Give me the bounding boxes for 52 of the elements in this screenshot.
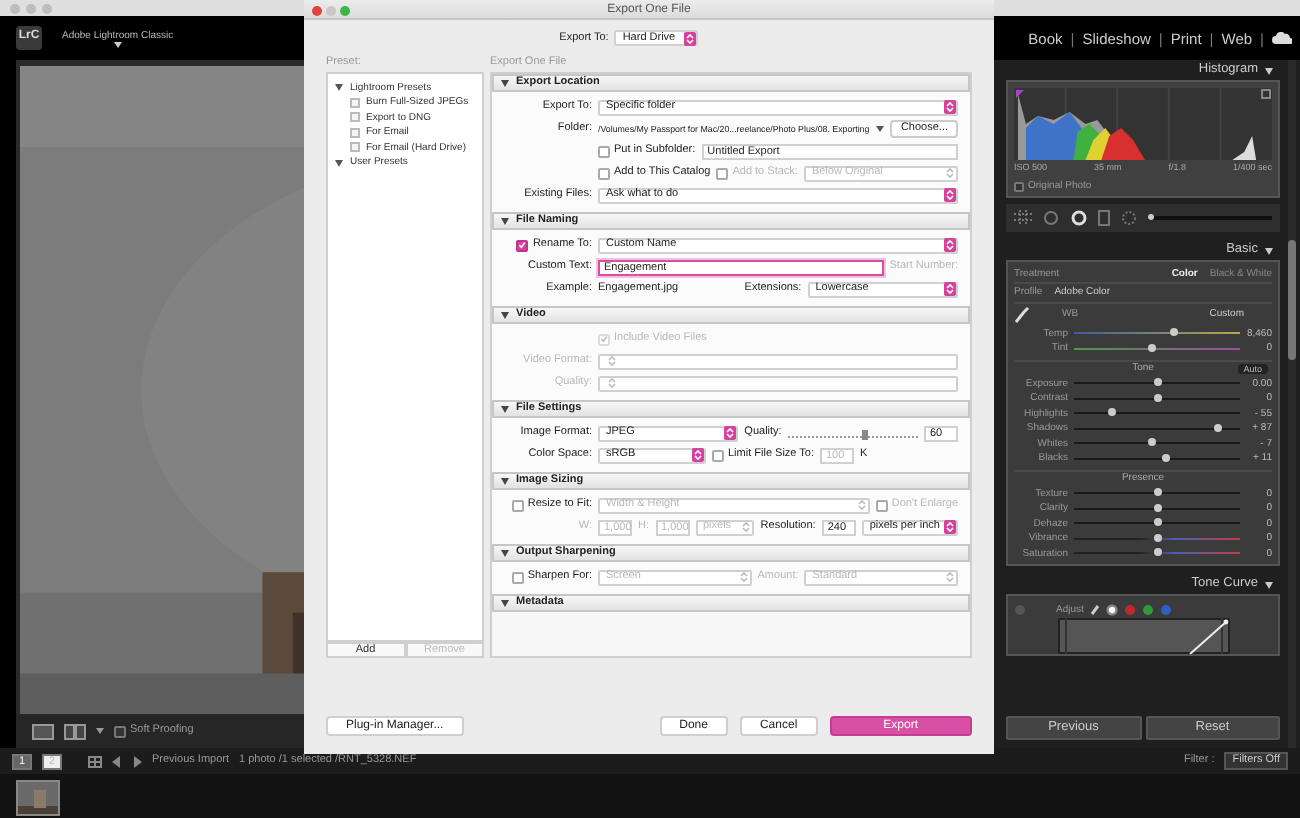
expanded-triangle-icon[interactable] — [500, 310, 510, 320]
slider-track[interactable] — [787, 428, 918, 438]
expanded-triangle-icon[interactable] — [500, 78, 510, 88]
slider-thumb[interactable] — [1153, 518, 1161, 527]
expanded-triangle-icon[interactable] — [1264, 579, 1274, 590]
dropdown-caret-icon[interactable] — [113, 41, 122, 47]
ring-icon[interactable] — [1070, 210, 1088, 227]
back-arrow-icon[interactable] — [112, 755, 122, 767]
loupe-view-icon[interactable] — [32, 723, 54, 739]
expanded-triangle-icon[interactable] — [500, 598, 510, 608]
rectangle-icon[interactable] — [1098, 210, 1110, 227]
slider-thumb[interactable] — [1153, 533, 1161, 542]
checkmark-icon — [518, 240, 527, 250]
eyedropper-icon[interactable] — [1014, 305, 1030, 324]
dropdown-caret-icon[interactable] — [876, 126, 885, 132]
expanded-triangle-icon[interactable] — [1264, 65, 1274, 75]
crop-grid-icon[interactable] — [1014, 210, 1032, 227]
grid-icon[interactable] — [88, 755, 102, 767]
dotted-circle-icon[interactable] — [1120, 210, 1138, 227]
slider-thumb[interactable] — [1153, 548, 1161, 557]
expanded-triangle-icon[interactable] — [1264, 245, 1274, 256]
slider-thumb[interactable] — [1148, 214, 1155, 221]
slider-thumb[interactable] — [1169, 328, 1178, 337]
slider-thumb[interactable] — [1161, 453, 1170, 462]
compare-view-icon[interactable] — [64, 723, 86, 739]
channel-swatch[interactable] — [1123, 603, 1136, 616]
cloud-icon[interactable] — [1272, 32, 1292, 44]
forward-arrow-icon[interactable] — [132, 755, 142, 767]
channel-swatch[interactable] — [1105, 603, 1118, 616]
thumbnail[interactable] — [16, 780, 60, 816]
spot-circle-icon[interactable] — [1042, 210, 1060, 227]
channel-swatch[interactable] — [1159, 603, 1172, 616]
expanded-triangle-icon[interactable] — [334, 82, 344, 93]
dropdown-caret-icon[interactable] — [96, 728, 104, 734]
expanded-triangle-icon[interactable] — [500, 216, 510, 226]
expanded-triangle-icon[interactable] — [500, 404, 510, 414]
slider-thumb[interactable] — [1148, 438, 1156, 447]
pencil-icon[interactable] — [1089, 603, 1100, 616]
slider-thumb[interactable] — [1148, 343, 1156, 352]
slider-thumb[interactable] — [1108, 408, 1117, 417]
expanded-triangle-icon[interactable] — [500, 476, 510, 486]
channel-swatch[interactable] — [1141, 603, 1154, 616]
slider-thumb[interactable] — [1214, 423, 1223, 432]
slider-thumb[interactable] — [1153, 488, 1161, 497]
expanded-triangle-icon[interactable] — [500, 548, 510, 558]
slider-thumb[interactable] — [1153, 393, 1161, 402]
slider-thumb[interactable] — [1153, 503, 1161, 512]
slider-thumb[interactable] — [1153, 378, 1161, 387]
checkmark-icon — [600, 334, 608, 344]
close-button[interactable] — [312, 5, 322, 15]
slider-thumb[interactable] — [862, 430, 869, 440]
expanded-triangle-icon[interactable] — [334, 157, 344, 168]
